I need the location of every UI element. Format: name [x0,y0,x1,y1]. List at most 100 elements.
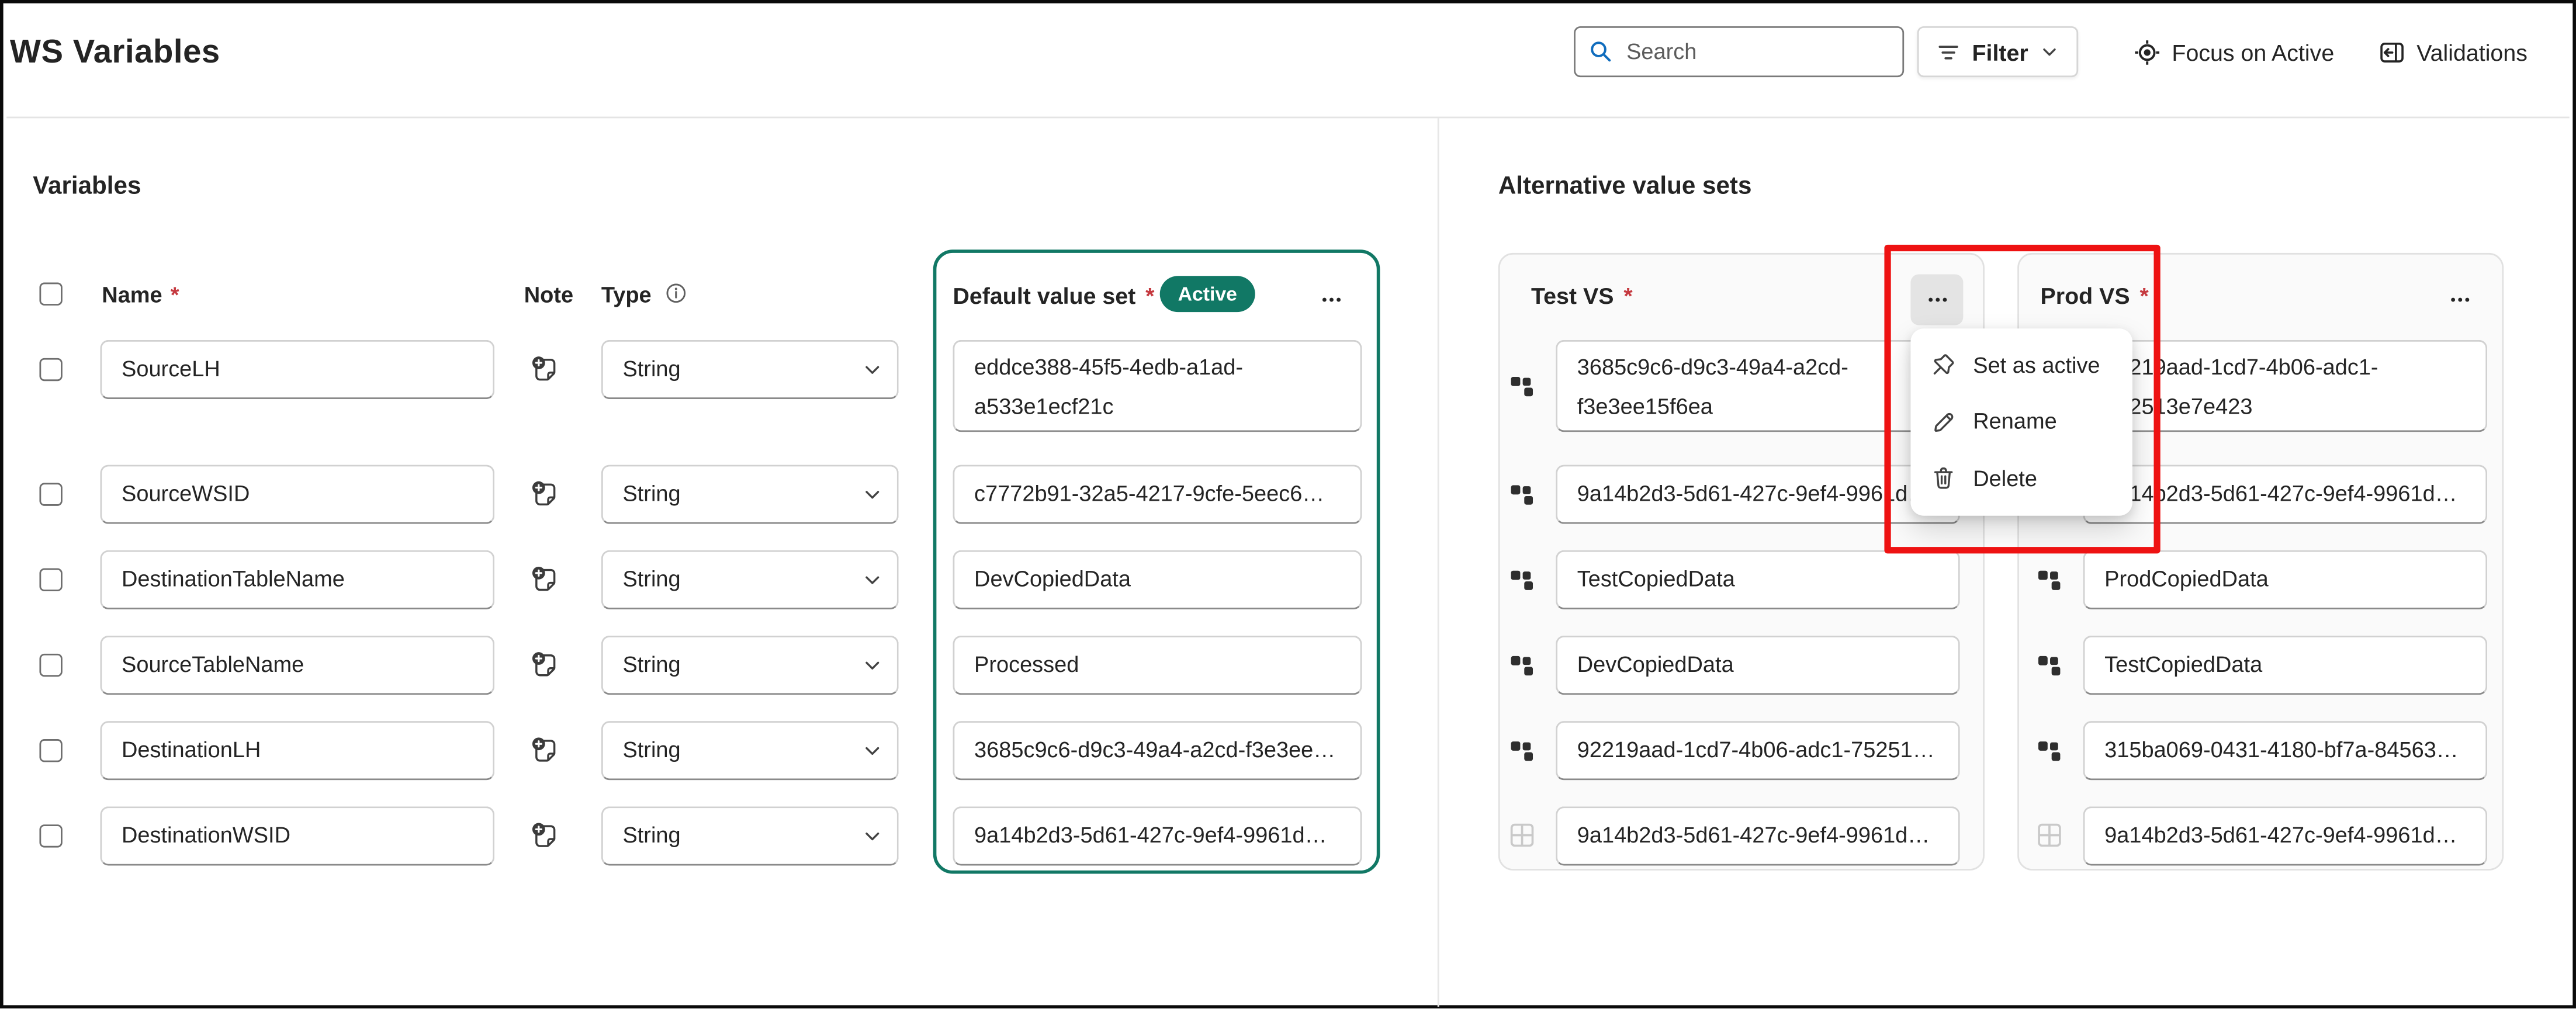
row-checkbox[interactable] [39,654,62,677]
test-vs-more-button[interactable] [1910,274,1963,325]
row-checkbox[interactable] [39,824,62,847]
variable-name-input[interactable]: DestinationLH [100,721,494,780]
variables-heading: Variables [33,172,141,200]
test-vs-value-input[interactable]: TestCopiedData [1556,550,1960,609]
prod-vs-value-input[interactable]: 9a14b2d3-5d61-427c-9ef4-9961d… [2083,806,2488,865]
prod-vs-more-button[interactable] [2441,286,2477,312]
default-value-input[interactable]: DevCopiedData [953,550,1362,609]
filter-button[interactable]: Filter [1917,26,2078,77]
filter-label: Filter [1972,39,2028,65]
default-value-input[interactable]: c7772b91-32a5-4217-9cfe-5eec6… [953,465,1362,524]
focus-on-active-button[interactable]: Focus on Active [2134,26,2334,77]
menu-item-rename[interactable]: Rename [1910,393,2132,450]
test-vs-title: Test VS * [1531,283,1633,309]
type-select-value: String [622,356,680,381]
name-column-header: Name * [102,283,179,307]
type-select[interactable]: String [601,636,899,695]
variable-name-input[interactable]: SourceWSID [100,465,494,524]
variable-name-input[interactable]: SourceLH [100,340,494,399]
row-checkbox[interactable] [39,568,62,591]
grid-icon [1509,823,1534,847]
trash-icon [1930,465,1957,491]
panel-divider [1438,118,1439,1007]
default-value-set-title: Default value set * [953,283,1154,309]
search-input[interactable]: Search [1574,26,1904,77]
menu-item-label: Delete [1973,466,2037,491]
chevron-down-icon [863,570,882,590]
menu-item-label: Rename [1973,410,2056,434]
default-value-set-label: Default value set [953,283,1135,309]
add-note-icon[interactable] [531,565,559,593]
type-select[interactable]: String [601,340,899,399]
active-badge: Active [1160,276,1255,312]
row-checkbox[interactable] [39,358,62,381]
row-checkbox[interactable] [39,739,62,762]
chevron-down-icon [863,826,882,846]
variable-name-input[interactable]: DestinationTableName [100,550,494,609]
test-vs-value-input[interactable]: 3685c9c6-d9c3-49a4-a2cd-f3e3ee15f6ea [1556,340,1960,432]
test-vs-label: Test VS [1531,283,1614,309]
chevron-down-icon [863,741,882,761]
variable-set-icon [2037,652,2062,677]
test-vs-value-input[interactable]: 9a14b2d3-5d61-427c-9ef4-9961d… [1556,465,1960,524]
validations-panel-icon [2379,39,2405,65]
menu-item-delete[interactable]: Delete [1910,450,2132,507]
note-column-header: Note [524,283,573,307]
alternative-value-sets-heading: Alternative value sets [1498,172,1752,200]
add-note-icon[interactable] [531,821,559,849]
name-column-label: Name [102,283,162,307]
row-checkbox[interactable] [39,483,62,505]
prod-vs-title: Prod VS * [2041,283,2149,309]
chevron-down-icon [2040,43,2058,61]
select-all-checkbox[interactable] [39,283,62,306]
add-note-icon[interactable] [531,736,559,764]
type-select-value: String [622,737,680,762]
default-value-set-more-button[interactable] [1313,286,1349,312]
grid-icon [2037,823,2062,847]
menu-item-set-as-active[interactable]: Set as active [1910,337,2132,393]
menu-item-label: Set as active [1973,353,2100,377]
prod-vs-value-input[interactable]: TestCopiedData [2083,636,2488,695]
type-info-icon[interactable] [666,283,687,304]
test-vs-value-input[interactable]: 92219aad-1cd7-4b06-adc1-75251… [1556,721,1960,780]
focus-on-active-label: Focus on Active [2172,39,2334,65]
prod-vs-required-mark: * [2140,283,2149,309]
page-title: WS Variables [10,34,220,72]
variable-name-input[interactable]: DestinationWSID [100,806,494,865]
type-select-value: String [622,481,680,506]
focus-target-icon [2134,39,2160,65]
type-select[interactable]: String [601,721,899,780]
screenshot-stage: WS Variables Search Filter Focus on Acti… [0,0,2576,1009]
variable-set-icon [2037,737,2062,762]
test-vs-required-mark: * [1623,283,1632,309]
default-value-input[interactable]: Processed [953,636,1362,695]
add-note-icon[interactable] [531,355,559,383]
add-note-icon[interactable] [531,650,559,678]
type-select-value: String [622,652,680,677]
type-select[interactable]: String [601,465,899,524]
add-note-icon[interactable] [531,480,559,508]
default-value-input[interactable]: 3685c9c6-d9c3-49a4-a2cd-f3e3ee… [953,721,1362,780]
default-value-input[interactable]: 9a14b2d3-5d61-427c-9ef4-9961d… [953,806,1362,865]
type-select[interactable]: String [601,806,899,865]
variable-set-icon [2037,567,2062,591]
test-vs-value-input[interactable]: DevCopiedData [1556,636,1960,695]
prod-vs-value-input[interactable]: ProdCopiedData [2083,550,2488,609]
pencil-icon [1930,408,1957,435]
prod-vs-value-input[interactable]: 92219aad-1cd7-4b06-adc1-752513e7e423 [2083,340,2488,432]
header-divider [6,117,2569,119]
prod-vs-value-input[interactable]: 9a14b2d3-5d61-427c-9ef4-9961d… [2083,465,2488,524]
default-value-set-required-mark: * [1145,283,1154,309]
variable-set-icon [1509,567,1534,591]
name-required-mark: * [171,283,179,307]
type-select[interactable]: String [601,550,899,609]
pin-icon [1930,352,1957,378]
variable-name-input[interactable]: SourceTableName [100,636,494,695]
variable-set-icon [1509,481,1534,506]
prod-vs-value-input[interactable]: 315ba069-0431-4180-bf7a-84563… [2083,721,2488,780]
validations-button[interactable]: Validations [2379,26,2527,77]
default-value-input[interactable]: eddce388-45f5-4edb-a1ad-a533e1ecf21c [953,340,1362,432]
prod-vs-label: Prod VS [2041,283,2130,309]
chevron-down-icon [863,484,882,504]
test-vs-value-input[interactable]: 9a14b2d3-5d61-427c-9ef4-9961d… [1556,806,1960,865]
